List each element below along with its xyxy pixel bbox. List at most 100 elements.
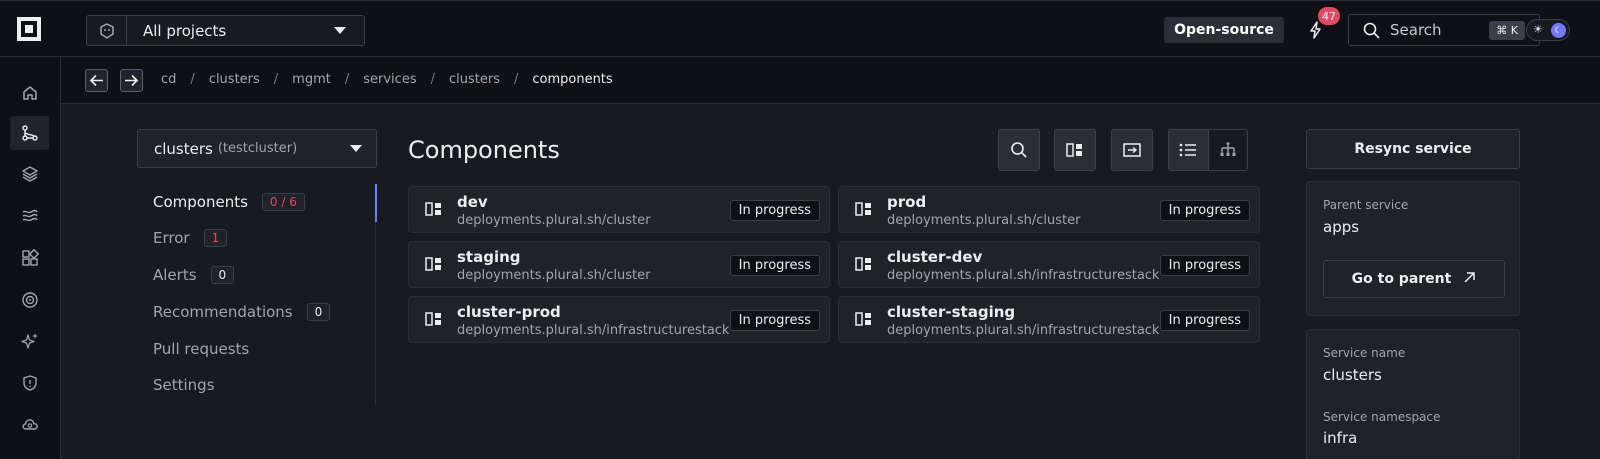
nav-radar[interactable] bbox=[10, 283, 49, 317]
service-select-name: clusters bbox=[154, 139, 213, 158]
breadcrumb-current: components bbox=[532, 72, 613, 87]
component-icon bbox=[1066, 143, 1082, 157]
component-kind: deployments.plural.sh/infrastructurestac… bbox=[457, 323, 730, 338]
nav-ai[interactable] bbox=[10, 324, 49, 358]
subnav-count: 0 / 6 bbox=[261, 193, 305, 211]
resync-service-button[interactable]: Resync service bbox=[1306, 129, 1520, 169]
search-shortcut: ⌘ K bbox=[1489, 20, 1525, 40]
breadcrumb-bar: cd / clusters / mgmt / services / cluste… bbox=[61, 57, 1600, 104]
service-namespace-label: Service namespace bbox=[1323, 410, 1441, 424]
parent-service-label: Parent service bbox=[1323, 198, 1409, 212]
service-name-label: Service name bbox=[1323, 346, 1406, 360]
component-card[interactable]: staging deployments.plural.sh/cluster In… bbox=[408, 241, 830, 288]
layers-icon bbox=[21, 166, 38, 182]
search-button[interactable]: Search ⌘ K bbox=[1348, 14, 1540, 46]
breadcrumb-item[interactable]: services bbox=[363, 72, 416, 87]
component-card[interactable]: dev deployments.plural.sh/cluster In pro… bbox=[408, 186, 830, 233]
catalog-icon bbox=[21, 249, 39, 266]
back-button[interactable] bbox=[85, 69, 108, 92]
arrow-up-right-icon bbox=[1463, 271, 1476, 288]
breadcrumb-separator: / bbox=[344, 72, 350, 87]
status-badge: In progress bbox=[1159, 310, 1250, 331]
component-name: dev bbox=[457, 193, 488, 211]
subnav-item-components[interactable]: Components 0 / 6 bbox=[153, 193, 305, 211]
component-filter-button[interactable] bbox=[1054, 129, 1096, 171]
subnav-item-alerts[interactable]: Alerts 0 bbox=[153, 266, 235, 284]
open-source-button[interactable]: Open-source bbox=[1164, 17, 1284, 43]
arrow-right-icon bbox=[125, 74, 139, 87]
parent-service-panel: Parent service apps Go to parent bbox=[1306, 181, 1520, 316]
status-badge: In progress bbox=[729, 255, 820, 276]
theme-toggle[interactable]: ☀ ☾ bbox=[1526, 19, 1570, 41]
nav-catalog[interactable] bbox=[10, 241, 49, 275]
subnav-count: 0 bbox=[210, 266, 235, 284]
moon-icon: ☾ bbox=[1551, 23, 1566, 38]
component-card[interactable]: cluster-staging deployments.plural.sh/in… bbox=[838, 296, 1260, 343]
shield-icon bbox=[22, 375, 37, 391]
sparkle-icon bbox=[20, 333, 38, 349]
component-name: cluster-staging bbox=[887, 303, 1016, 321]
breadcrumb-item[interactable]: mgmt bbox=[292, 72, 331, 87]
arrow-left-icon bbox=[89, 74, 103, 87]
component-card[interactable]: prod deployments.plural.sh/cluster In pr… bbox=[838, 186, 1260, 233]
subnav-item-error[interactable]: Error 1 bbox=[153, 229, 228, 247]
home-icon bbox=[22, 86, 37, 100]
flow-icon bbox=[22, 209, 38, 222]
component-kind: deployments.plural.sh/infrastructurestac… bbox=[887, 268, 1160, 283]
breadcrumb-item[interactable]: clusters bbox=[449, 72, 500, 87]
breadcrumb-item[interactable]: clusters bbox=[209, 72, 260, 87]
nav-cost[interactable] bbox=[10, 407, 49, 441]
breadcrumb-item[interactable]: cd bbox=[161, 72, 176, 87]
component-kind: deployments.plural.sh/infrastructurestac… bbox=[887, 323, 1160, 338]
status-badge: In progress bbox=[729, 310, 820, 331]
service-select[interactable]: clusters (testcluster) bbox=[137, 129, 377, 168]
component-card[interactable]: cluster-prod deployments.plural.sh/infra… bbox=[408, 296, 830, 343]
nav-home[interactable] bbox=[10, 76, 49, 110]
nav-stacks[interactable] bbox=[10, 157, 49, 191]
breadcrumb-separator: / bbox=[190, 72, 195, 87]
subnav-count: 0 bbox=[306, 303, 331, 321]
radar-icon bbox=[21, 292, 38, 308]
subnav-item-label: Settings bbox=[153, 376, 215, 394]
subnav-item-label: Pull requests bbox=[153, 340, 250, 358]
nav-flows[interactable] bbox=[10, 199, 49, 233]
forward-button[interactable] bbox=[120, 69, 143, 92]
view-toggle bbox=[1168, 129, 1248, 171]
breadcrumb-separator: / bbox=[430, 72, 435, 87]
project-select-label: All projects bbox=[143, 21, 227, 40]
tree-view-button[interactable] bbox=[1207, 130, 1247, 170]
subnav-active-indicator bbox=[375, 184, 377, 222]
project-icon bbox=[87, 16, 127, 45]
go-to-parent-button[interactable]: Go to parent bbox=[1323, 260, 1505, 298]
nav-cd[interactable] bbox=[10, 116, 49, 150]
subnav-item-pull-requests[interactable]: Pull requests bbox=[153, 340, 249, 358]
component-card[interactable]: cluster-dev deployments.plural.sh/infras… bbox=[838, 241, 1260, 288]
search-components-button[interactable] bbox=[998, 129, 1040, 171]
component-icon bbox=[855, 202, 871, 216]
search-icon bbox=[1363, 22, 1380, 39]
subnav-item-label: Components bbox=[153, 193, 248, 211]
component-icon bbox=[425, 312, 441, 326]
component-icon bbox=[855, 312, 871, 326]
go-to-parent-label: Go to parent bbox=[1351, 271, 1452, 287]
project-select[interactable]: All projects bbox=[86, 15, 365, 46]
nav-security[interactable] bbox=[10, 366, 49, 400]
subnav-count: 1 bbox=[203, 229, 228, 247]
git-icon bbox=[21, 125, 38, 141]
side-nav bbox=[0, 57, 61, 459]
component-icon bbox=[425, 202, 441, 216]
subnav-item-recommendations[interactable]: Recommendations 0 bbox=[153, 303, 331, 321]
subnav-item-settings[interactable]: Settings bbox=[153, 376, 215, 394]
collapse-button[interactable] bbox=[1111, 129, 1153, 171]
component-kind: deployments.plural.sh/cluster bbox=[887, 213, 1081, 228]
breadcrumb-separator: / bbox=[273, 72, 279, 87]
plural-logo[interactable] bbox=[16, 16, 42, 42]
tree-icon bbox=[1220, 142, 1236, 156]
chevron-down-icon bbox=[334, 27, 346, 34]
component-name: staging bbox=[457, 248, 521, 266]
search-icon bbox=[1011, 142, 1027, 158]
component-name: cluster-dev bbox=[887, 248, 983, 266]
search-label: Search bbox=[1390, 21, 1442, 39]
chevron-down-icon bbox=[350, 145, 362, 152]
list-view-button[interactable] bbox=[1169, 130, 1208, 170]
